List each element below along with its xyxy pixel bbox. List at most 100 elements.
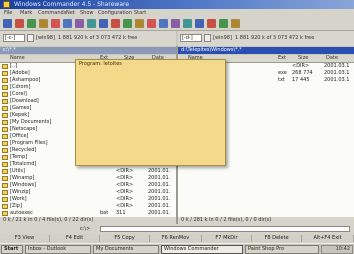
file-name: [My Documents] <box>10 119 52 125</box>
right-col-date[interactable]: Date <box>326 55 338 62</box>
folder-icon <box>2 155 8 160</box>
command-line-bar: c:\> <box>0 224 354 234</box>
left-volume-label: [win98] <box>36 35 55 41</box>
file-row[interactable]: [Zip] <DIR> 2001.01. <box>0 203 176 210</box>
file-date: 2001.01. <box>148 189 171 195</box>
folder-icon <box>2 106 8 111</box>
file-row[interactable]: [Winzip] <DIR> 2001.01. <box>0 189 176 196</box>
folder-icon <box>2 127 8 132</box>
find-icon[interactable] <box>159 19 168 28</box>
ftp-icon[interactable] <box>171 19 180 28</box>
file-name: [Ashampoo] <box>10 77 41 83</box>
file-row[interactable]: [Windows] <DIR> 2001.01. <box>0 182 176 189</box>
file-name: [Windows] <box>10 182 37 188</box>
refresh-icon[interactable] <box>3 19 12 28</box>
file-row[interactable]: [Utils] <DIR> 2001.01. <box>0 168 176 175</box>
tree-icon[interactable] <box>39 19 48 28</box>
file-date: 2001.01. <box>148 182 171 188</box>
sort-ext-icon[interactable] <box>63 19 72 28</box>
start-button[interactable]: Start <box>1 245 23 254</box>
forward-icon[interactable] <box>123 19 132 28</box>
menu-file[interactable]: File <box>4 9 12 17</box>
folder-icon <box>2 176 8 181</box>
disconnect-icon[interactable] <box>183 19 192 28</box>
command-line-input[interactable] <box>100 226 350 232</box>
file-name: [Kepek] <box>10 112 30 118</box>
sort-date-icon[interactable] <box>75 19 84 28</box>
fkey-exit-button[interactable]: Alt+F4 Exit <box>302 235 354 242</box>
right-volume-label: [win98] <box>213 35 232 41</box>
fkey-view-button[interactable]: F3 View <box>0 235 50 242</box>
right-free-space: 1 881 920 k of 3 073 472 k free <box>235 35 315 41</box>
system-tray-clock: 10:42 <box>321 245 353 254</box>
help-icon[interactable] <box>207 19 216 28</box>
note-popup[interactable]: Program: letoltes <box>75 59 226 166</box>
folder-icon <box>2 134 8 139</box>
file-name: [Work] <box>10 196 27 202</box>
left-drive-select[interactable]: [-c-] <box>3 34 25 42</box>
file-row[interactable]: [Work] <DIR> 2001.01. <box>0 196 176 203</box>
right-path-bar[interactable]: d:\Telepites\Windows\*.* <box>178 47 354 54</box>
sort-name-icon[interactable] <box>51 19 60 28</box>
fkey-edit-button[interactable]: F4 Edit <box>50 235 100 242</box>
left-path-bar[interactable]: c:\*.* <box>0 47 176 54</box>
invert-icon[interactable] <box>99 19 108 28</box>
function-key-bar: F3 View F4 Edit F5 Copy F6 RenMov F7 MkD… <box>0 234 354 243</box>
task-button-3[interactable]: Paint Shop Pro <box>245 245 319 254</box>
folder-icon <box>2 169 8 174</box>
right-col-size[interactable]: Size <box>298 55 308 62</box>
right-col-ext[interactable]: Ext <box>278 55 286 62</box>
file-name: [Games] <box>10 105 32 111</box>
task-button-0[interactable]: Inbox - Outlook <box>25 245 91 254</box>
file-name: [Program Files] <box>10 140 48 146</box>
file-date: 2001.01. <box>148 210 171 216</box>
menu-show[interactable]: Show <box>80 9 94 17</box>
notepad-icon[interactable] <box>195 19 204 28</box>
file-name: [Recycled] <box>10 147 37 153</box>
back-icon[interactable] <box>111 19 120 28</box>
menu-net[interactable]: Net <box>66 9 75 17</box>
pack-icon[interactable] <box>135 19 144 28</box>
file-name: [Zip] <box>10 203 22 209</box>
file-name: [Corel] <box>10 91 27 97</box>
file-date: 2001.01. <box>148 168 171 174</box>
task-button-2[interactable]: Windows Commander <box>161 245 243 254</box>
menu-configuration[interactable]: Configuration <box>98 9 132 17</box>
unpack-icon[interactable] <box>147 19 156 28</box>
folder-icon <box>2 85 8 90</box>
fkey-delete-button[interactable]: F8 Delete <box>252 235 302 242</box>
right-drive-select[interactable]: [-d-] <box>180 34 202 42</box>
folder-icon <box>2 183 8 188</box>
left-col-name[interactable]: Name <box>10 55 25 62</box>
file-name: [Temp] <box>10 154 28 160</box>
task-button-1[interactable]: My Documents <box>93 245 159 254</box>
file-size: <DIR> <box>116 182 134 188</box>
brief-view-icon[interactable] <box>15 19 24 28</box>
title-bar[interactable]: Windows Commander 4.5 - Shareware <box>0 0 354 9</box>
right-drive-root-button[interactable] <box>204 34 211 42</box>
file-size: 268 774 <box>292 70 313 76</box>
fkey-renmov-button[interactable]: F6 RenMov <box>150 235 202 242</box>
file-name: [Adobe] <box>10 70 30 76</box>
file-row[interactable]: [Winamp] <DIR> 2001.01. <box>0 175 176 182</box>
left-drive-root-button[interactable] <box>27 34 34 42</box>
fkey-mkdir-button[interactable]: F7 MkDir <box>202 235 252 242</box>
folder-icon <box>2 190 8 195</box>
full-view-icon[interactable] <box>27 19 36 28</box>
menu-start[interactable]: Start <box>134 9 146 17</box>
file-size: <DIR> <box>116 189 134 195</box>
menu-commands[interactable]: Commands <box>38 9 66 17</box>
file-row[interactable]: autoexec bat 311 2001.01. <box>0 210 176 217</box>
file-name: [Cdrom] <box>10 84 31 90</box>
sort-size-icon[interactable] <box>87 19 96 28</box>
fkey-copy-button[interactable]: F5 Copy <box>100 235 150 242</box>
compare-icon[interactable] <box>231 19 240 28</box>
window-title: Windows Commander 4.5 - Shareware <box>14 1 130 8</box>
file-size: <DIR> <box>116 175 134 181</box>
menu-mark[interactable]: Mark <box>20 9 32 17</box>
file-size: <DIR> <box>116 203 134 209</box>
file-name: [Totalcmd] <box>10 161 37 167</box>
config-icon[interactable] <box>219 19 228 28</box>
command-prompt: c:\> <box>80 226 91 232</box>
screen: Windows Commander 4.5 - Shareware File M… <box>0 0 354 254</box>
